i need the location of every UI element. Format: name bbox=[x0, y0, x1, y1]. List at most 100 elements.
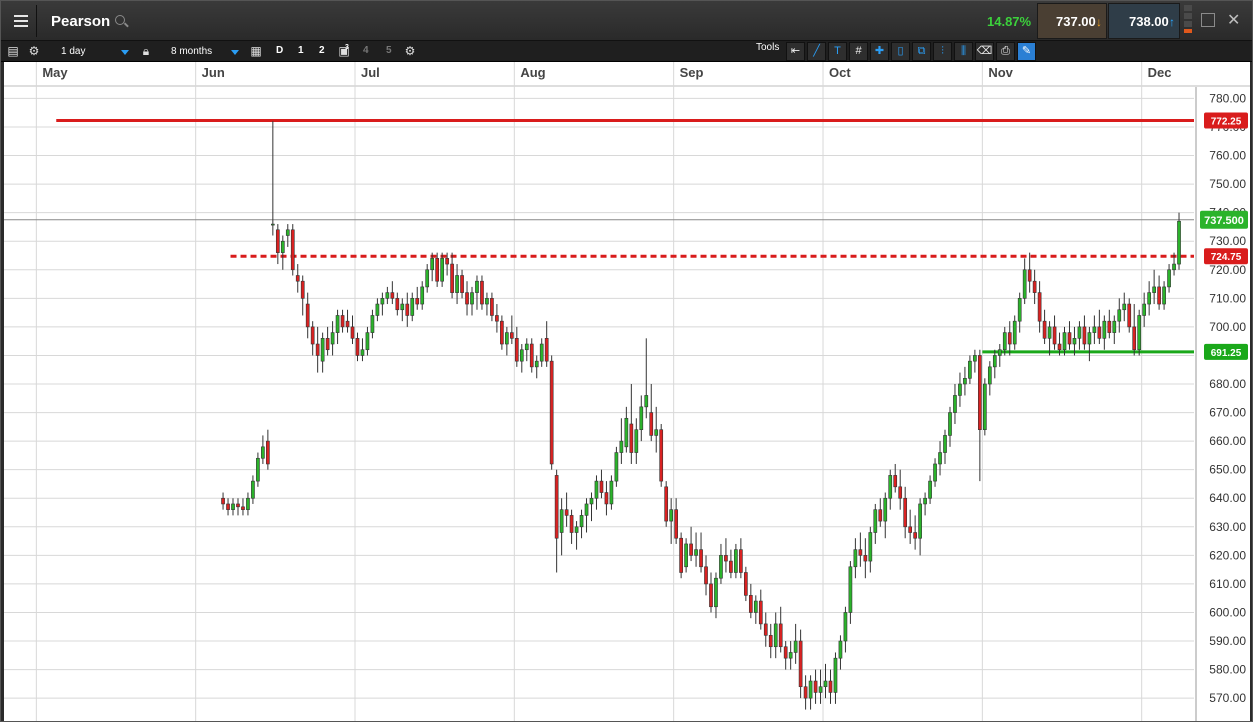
month-label: Oct bbox=[829, 65, 851, 80]
candle-body bbox=[1092, 326, 1097, 333]
y-tick-label: 650.00 bbox=[1209, 463, 1246, 477]
candle bbox=[699, 532, 703, 573]
candle bbox=[1127, 298, 1132, 333]
candle bbox=[1022, 258, 1027, 305]
candle-body bbox=[883, 497, 888, 522]
range-value: 8 months bbox=[171, 46, 213, 57]
candle bbox=[524, 338, 529, 362]
candle-body bbox=[465, 292, 469, 305]
chevron-down-icon bbox=[231, 50, 239, 55]
candle bbox=[440, 252, 444, 287]
candle-body bbox=[1097, 326, 1102, 339]
buy-button[interactable]: 738.00 ↑ bbox=[1108, 3, 1180, 39]
close-icon[interactable]: ✕ bbox=[1227, 10, 1240, 30]
candle bbox=[689, 526, 693, 562]
chart-list-icon[interactable]: ▤ bbox=[6, 44, 20, 58]
range-select[interactable]: 8 months bbox=[161, 43, 243, 60]
candle-body bbox=[848, 566, 853, 613]
search-icon[interactable] bbox=[115, 15, 125, 25]
candle-body bbox=[514, 338, 519, 362]
candle-body bbox=[1027, 269, 1032, 282]
candle-body bbox=[863, 555, 868, 562]
price-chart[interactable]: 570.00 580.00 590.00 600.00 610.00 620.00 630.… bbox=[4, 62, 1250, 721]
y-tick-label: 700.00 bbox=[1209, 320, 1246, 334]
candle-body bbox=[495, 315, 499, 322]
candle bbox=[778, 606, 783, 653]
candle bbox=[684, 538, 688, 573]
candle-body bbox=[241, 506, 245, 510]
candle-body bbox=[256, 457, 260, 482]
compare-icon[interactable]: ⫼ bbox=[954, 42, 973, 61]
candle-body bbox=[295, 275, 300, 282]
candle-body bbox=[564, 509, 569, 516]
layers-icon[interactable]: ⧉ bbox=[912, 42, 931, 61]
level-label: 772.25 bbox=[1211, 117, 1242, 128]
collapse-tools-icon[interactable]: ⇤ bbox=[786, 42, 805, 61]
candle bbox=[734, 543, 738, 579]
candle-body bbox=[226, 503, 230, 510]
candle-body bbox=[823, 680, 828, 688]
candle bbox=[251, 475, 255, 504]
candle-body bbox=[913, 532, 917, 539]
text-tool-icon[interactable]: T bbox=[828, 42, 847, 61]
candle bbox=[256, 452, 260, 487]
candlestick-chart[interactable]: 570.00 580.00 590.00 600.00 610.00 620.00 630.… bbox=[4, 62, 1250, 721]
candle-body bbox=[963, 377, 967, 385]
candle bbox=[241, 498, 245, 516]
candle bbox=[748, 583, 753, 619]
candle bbox=[395, 292, 400, 316]
period-button[interactable]: 2 bbox=[319, 44, 325, 58]
period-button[interactable]: 1 bbox=[298, 44, 304, 58]
period-button[interactable]: D bbox=[276, 44, 283, 58]
candle bbox=[290, 224, 295, 276]
candle-body bbox=[773, 623, 778, 648]
candle bbox=[1007, 321, 1012, 356]
restore-window-icon[interactable] bbox=[1201, 13, 1215, 27]
candle bbox=[629, 384, 634, 464]
candle-body bbox=[843, 612, 848, 642]
candle bbox=[549, 355, 554, 470]
candle bbox=[325, 326, 330, 356]
candle-body bbox=[380, 298, 385, 305]
settings-gear-icon[interactable]: ⚙ bbox=[403, 44, 417, 58]
candle bbox=[1132, 304, 1137, 356]
crosshair-icon[interactable]: ✚ bbox=[870, 42, 889, 61]
lock-icon[interactable]: 🔒︎ bbox=[139, 44, 153, 58]
daily-change: 14.87% bbox=[987, 14, 1032, 29]
y-tick-label: 610.00 bbox=[1209, 577, 1246, 591]
candle-body bbox=[619, 440, 624, 453]
period-button[interactable]: 4 bbox=[363, 44, 369, 58]
candle bbox=[639, 395, 644, 442]
sell-button[interactable]: 737.00 ↓ bbox=[1037, 3, 1107, 39]
candle bbox=[285, 224, 290, 247]
indicator-icon[interactable]: ⫶ bbox=[933, 42, 952, 61]
eraser-icon[interactable]: ⌫ bbox=[975, 42, 994, 61]
candle-body bbox=[788, 652, 793, 659]
candle-body bbox=[1007, 332, 1012, 345]
print-icon[interactable]: ⎙ bbox=[996, 42, 1015, 61]
candle bbox=[968, 355, 972, 385]
candle-body bbox=[584, 503, 589, 516]
settings-gear-icon[interactable]: ⚙ bbox=[27, 44, 41, 58]
y-tick-label: 600.00 bbox=[1209, 605, 1246, 619]
candle bbox=[529, 338, 534, 373]
candle-type-icon[interactable]: ▯ bbox=[891, 42, 910, 61]
candle bbox=[514, 326, 519, 367]
trend-line-icon[interactable]: ╱ bbox=[807, 42, 826, 61]
interval-select[interactable]: 1 day bbox=[51, 43, 133, 60]
draw-tools-icon[interactable]: ✎ bbox=[1017, 42, 1036, 61]
period-button[interactable]: 5 bbox=[386, 44, 392, 58]
calendar-icon[interactable]: ▦ bbox=[249, 44, 263, 58]
candle-body bbox=[569, 515, 574, 533]
period-button[interactable]: 3 bbox=[345, 41, 349, 55]
grid-icon[interactable]: # bbox=[849, 42, 868, 61]
candle-body bbox=[1052, 326, 1057, 345]
candle-body bbox=[828, 680, 833, 693]
candle bbox=[490, 292, 494, 322]
candle bbox=[420, 281, 425, 310]
window-stack-icon[interactable] bbox=[1184, 5, 1194, 37]
candle-body bbox=[594, 480, 599, 499]
candle bbox=[768, 623, 773, 659]
candle-body bbox=[978, 355, 982, 431]
hamburger-menu-icon[interactable] bbox=[5, 5, 37, 37]
